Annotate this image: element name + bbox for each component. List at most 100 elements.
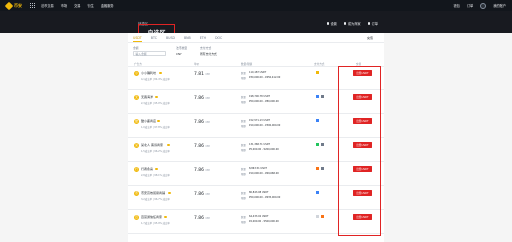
quantity-value: 131,368.71 USDT [249, 143, 271, 146]
price: 7.86 CNY [194, 216, 210, 221]
nav-item-market[interactable]: 市场 [61, 3, 67, 8]
nav-item-derivatives[interactable]: 衍生 [88, 3, 94, 8]
quantity-label: 数量 [241, 72, 246, 75]
pay-method-select[interactable]: 所有支付方式 [200, 52, 217, 56]
price: 7.86 CNY [194, 96, 210, 101]
logo-icon [4, 1, 14, 10]
currency-select[interactable]: CNY [176, 52, 182, 56]
limit-label: 限额 [241, 125, 246, 128]
nav-item-trade[interactable]: 交易 [74, 3, 80, 8]
verified-badge-icon [159, 71, 162, 74]
logo[interactable]: 币安 [4, 1, 22, 10]
nav-account[interactable]: 我的账户 [493, 3, 506, 8]
limit-label: 限额 [241, 101, 246, 104]
avatar: 酷 [134, 119, 139, 124]
advertiser-name[interactable]: 百富通信任商家 [141, 215, 162, 219]
divider [128, 42, 384, 43]
nav-item-finance[interactable]: 金融服务 [101, 3, 114, 8]
advertiser-name[interactable]: 无畏海洋 [141, 95, 153, 99]
advertiser-stats: 2,8成交单 | 98.1% 成交率 [141, 174, 170, 177]
payment-icon [321, 215, 324, 218]
price: 7.86 CNY [194, 120, 210, 125]
orders-button[interactable]: 订单 [368, 21, 378, 26]
verified-badge-icon [168, 191, 171, 194]
payment-icon [316, 143, 319, 146]
quantity-value: 8,863.51 USDT [249, 167, 267, 170]
quantity-value: 64,433.02 USDT [249, 215, 269, 218]
limit-value: ¥50,000.00 - ¥635,000.00 [249, 196, 281, 199]
price-value: 7.86 [194, 96, 205, 101]
avatar: 币 [134, 191, 139, 196]
advertiser-stats: 4,1成交单 | 84.4% 成交率 [141, 78, 170, 81]
logo-text: 币安 [14, 2, 22, 8]
limit-value: ¥10,000.00 - ¥300,000.00 [249, 124, 281, 127]
price-unit: CNY [205, 97, 210, 100]
limit-label: 限额 [241, 77, 246, 80]
advertiser-name[interactable]: 币安高效贸易商铺 [141, 191, 165, 195]
payment-icon [321, 167, 324, 170]
payment-icon [316, 215, 319, 218]
highlight-box [338, 66, 381, 236]
price-unit: CNY [205, 193, 210, 196]
price: 7.86 CNY [194, 192, 210, 197]
advertiser-stats: 1,5成交单 | 96.2% 成交率 [141, 150, 170, 153]
avatar: 某 [134, 143, 139, 148]
currency-label: 法币类型 [176, 46, 188, 50]
nav-menu: 法币交易 市场 交易 衍生 金融服务 [41, 3, 114, 8]
price-value: 7.86 [194, 192, 205, 197]
price-unit: CNY [205, 73, 210, 76]
quantity-label: 数量 [241, 192, 246, 195]
price-value: 7.86 [194, 216, 205, 221]
price: 7.81 CNY [194, 72, 210, 77]
quantity-label: 数量 [241, 120, 246, 123]
verified-badge-icon [167, 143, 170, 146]
advertiser-stats: 1,0成交单 | 97.8% 成交率 [141, 126, 170, 129]
payment-icon [316, 119, 319, 122]
hero-band: 快捷区 自选区 设置 成为商家 订单 [0, 11, 512, 41]
advertiser-name[interactable]: 小小确利坊 [141, 71, 156, 75]
settings-button[interactable]: 设置 [327, 21, 337, 26]
limit-value: ¥50,000.00 - ¥80,000.00 [249, 100, 279, 103]
price-unit: CNY [205, 217, 210, 220]
advertiser-name[interactable]: 酷小鹿商店 [141, 119, 156, 123]
payment-icon [321, 95, 324, 98]
limit-value: ¥10,000.00 - ¥69,668.00 [249, 172, 279, 175]
recharge-button[interactable]: 充值 [367, 36, 373, 40]
payment-icon [316, 167, 319, 170]
price-value: 7.81 [194, 72, 205, 77]
payment-icon [321, 143, 324, 146]
nav-orders[interactable]: 订单 [467, 3, 473, 8]
limit-label: 限额 [241, 221, 246, 224]
advertiser-name[interactable]: 某北人 客诉商家 [141, 143, 163, 147]
price-unit: CNY [205, 145, 210, 148]
price-unit: CNY [205, 121, 210, 124]
hero-actions: 设置 成为商家 订单 [327, 21, 379, 26]
pay-method-label: 支付方式 [200, 46, 212, 50]
quantity-label: 数量 [241, 144, 246, 147]
limit-value: ¥30,000.00 - ¥450,412.00 [249, 76, 281, 79]
limit-value: ¥5,000.00 - ¥200,000.00 [249, 148, 279, 151]
amount-input[interactable]: 输入金额 [133, 51, 166, 56]
verified-badge-icon [157, 119, 160, 122]
advertiser-name[interactable]: 行者永喜 [141, 167, 153, 171]
price-value: 7.86 [194, 120, 205, 125]
limit-value: ¥2,000.00 - ¥500,000.00 [249, 220, 279, 223]
apps-grid-icon[interactable] [30, 3, 35, 8]
price-value: 7.86 [194, 144, 205, 149]
quantity-value: 110,187 USDT [249, 71, 267, 74]
top-nav: 币安 法币交易 市场 交易 衍生 金融服务 钱包 订单 我的账户 [0, 0, 512, 11]
nav-item-fiat[interactable]: 法币交易 [41, 3, 54, 8]
verified-badge-icon [155, 167, 158, 170]
payment-icon [316, 71, 319, 74]
verified-badge-icon [155, 95, 158, 98]
payment-icon [316, 191, 319, 194]
nav-wallet[interactable]: 钱包 [454, 3, 460, 8]
quantity-value: 152,571.13 USDT [249, 119, 271, 122]
quantity-label: 数量 [241, 168, 246, 171]
become-merchant-button[interactable]: 成为商家 [344, 21, 361, 26]
limit-label: 限额 [241, 173, 246, 176]
quantity-value: 198,700.78 USDT [249, 95, 271, 98]
limit-label: 限额 [241, 197, 246, 200]
price-unit: CNY [205, 169, 210, 172]
user-avatar-icon[interactable] [480, 2, 487, 9]
